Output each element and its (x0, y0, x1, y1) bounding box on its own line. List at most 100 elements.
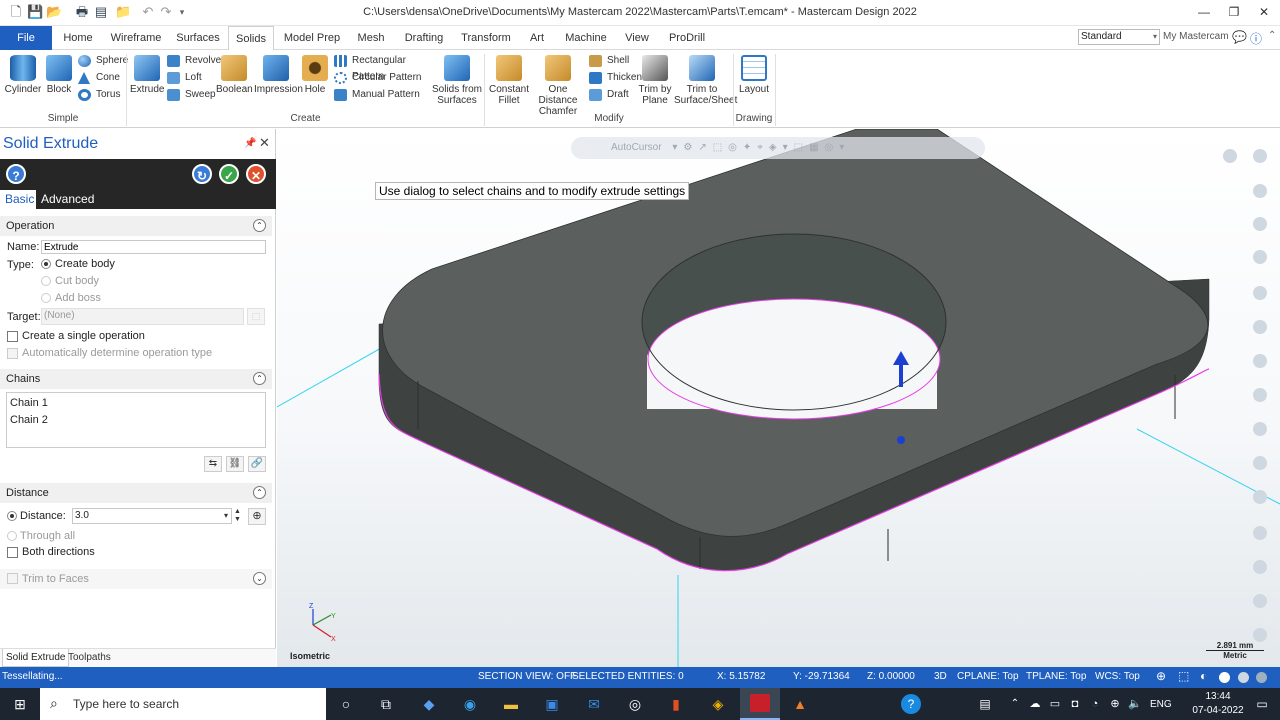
graphics-viewport[interactable]: AutoCursor ▾⚙↗⬚◎✦⌖◈▾⬚▦◎▾ Use dialog to s… (277, 129, 1280, 667)
comment-icon[interactable]: 💬 (1232, 30, 1247, 44)
tab-drafting[interactable]: Drafting (402, 26, 446, 50)
torus-button[interactable]: Torus (78, 87, 124, 103)
windows-start-icon[interactable]: ⊞ (10, 694, 30, 714)
trim-to-faces-checkbox[interactable] (7, 573, 18, 584)
maximize-button[interactable]: ❐ (1220, 3, 1248, 21)
tab-transform[interactable]: Transform (460, 26, 512, 50)
cloud-icon[interactable]: ☁ (1025, 694, 1045, 714)
auto-type-checkbox[interactable] (7, 348, 18, 359)
distance-field[interactable]: 3.0 ▾ (72, 508, 232, 524)
clock-date[interactable]: 07-04-2022 (1190, 705, 1246, 716)
distance-radio[interactable] (7, 511, 17, 521)
one-distance-chamfer-button[interactable]: One Distance Chamfer (530, 55, 586, 117)
manual-pattern-button[interactable]: Manual Pattern (334, 87, 434, 103)
select-target-icon[interactable]: ⬚ (247, 308, 265, 325)
close-window-button[interactable]: ✕ (1250, 3, 1278, 21)
sweep-button[interactable]: Sweep (167, 87, 217, 103)
collapse-ribbon-icon[interactable]: ⌃ (1268, 30, 1276, 41)
volume-icon[interactable]: 🔈 (1125, 694, 1145, 714)
extrude-button[interactable]: Extrude (130, 55, 164, 95)
collapse-icon[interactable]: ⌃ (253, 486, 266, 499)
both-directions-checkbox[interactable] (7, 547, 18, 558)
spinner-icon[interactable]: ▲ ▼ (233, 508, 242, 524)
mode-2d-3d[interactable]: 3D (934, 671, 947, 682)
taskbar-search[interactable]: ⌕ Type here to search (40, 688, 326, 720)
trim-to-faces-section[interactable]: Trim to Faces ⌄ (0, 569, 272, 589)
operation-section-header[interactable]: Operation ⌃ (0, 216, 272, 236)
color-icon[interactable] (1238, 672, 1249, 683)
help-icon[interactable]: ? (6, 164, 26, 184)
thicken-button[interactable]: Thicken (589, 70, 642, 86)
name-field[interactable] (41, 240, 266, 254)
network-icon[interactable]: ⊕ (1105, 694, 1125, 714)
target-field[interactable]: (None) (41, 308, 244, 325)
battery-icon[interactable]: ▭ (1045, 694, 1065, 714)
ok-and-create-new-icon[interactable]: ↻ (192, 164, 212, 184)
cylinder-button[interactable]: Cylinder (4, 55, 42, 95)
help-icon[interactable]: ? (901, 694, 921, 714)
tab-solids[interactable]: Solids (228, 26, 274, 51)
hole-button[interactable]: Hole (302, 55, 328, 95)
chevron-up-icon[interactable]: ⌃ (1005, 694, 1025, 714)
wifi-icon[interactable]: ◔ (1085, 694, 1105, 714)
language-indicator[interactable]: ENG (1150, 699, 1172, 710)
through-all-radio[interactable] (7, 531, 17, 541)
tab-file[interactable]: File (0, 26, 52, 50)
webcam-icon[interactable]: ◘ (1065, 694, 1085, 714)
snap-icons[interactable]: ▾⚙↗⬚◎✦⌖◈▾⬚▦◎▾ (672, 142, 850, 153)
circular-pattern-button[interactable]: Circular Pattern (334, 70, 434, 86)
tab-home[interactable]: Home (58, 26, 98, 50)
tab-art[interactable]: Art (526, 26, 548, 50)
edge-icon[interactable]: ◉ (460, 694, 480, 714)
single-operation-checkbox[interactable] (7, 331, 18, 342)
trim-by-plane-button[interactable]: Trim by Plane (636, 55, 674, 106)
layout-button[interactable]: Layout (737, 55, 771, 95)
solids-from-surfaces-button[interactable]: Solids from Surfaces (432, 55, 482, 106)
chrome-icon[interactable]: ◈ (708, 694, 728, 714)
tab-machine[interactable]: Machine (564, 26, 608, 50)
tplane-status[interactable]: TPLANE: Top (1026, 671, 1086, 682)
chevron-down-icon[interactable]: ▾ (224, 509, 228, 523)
tab-basic[interactable]: Basic (0, 190, 36, 209)
chain-list[interactable]: Chain 1 Chain 2 (6, 392, 266, 448)
expand-icon[interactable]: ⌄ (253, 572, 266, 585)
vlc-icon[interactable]: ▲ (790, 694, 810, 714)
cancel-icon[interactable]: ✕ (246, 164, 266, 184)
tab-solid-extrude[interactable]: Solid Extrude (2, 649, 70, 667)
chains-section-header[interactable]: Chains ⌃ (0, 369, 272, 389)
office-icon[interactable]: ▮ (666, 694, 686, 714)
boolean-button[interactable]: Boolean (216, 55, 253, 95)
github-icon[interactable]: ◎ (625, 694, 645, 714)
distance-section-header[interactable]: Distance ⌃ (0, 483, 272, 503)
mail-icon[interactable]: ✉ (584, 694, 604, 714)
color-icon[interactable] (1256, 672, 1267, 683)
workspace-select[interactable]: Standard ▾ (1078, 29, 1160, 45)
mastercam-taskbar-button[interactable] (740, 688, 780, 720)
globe-icon[interactable]: ⊕ (1156, 669, 1166, 683)
section-view-status[interactable]: SECTION VIEW: OFF (478, 671, 576, 682)
cut-body-radio[interactable] (41, 276, 51, 286)
right-toolbar[interactable] (1223, 149, 1267, 642)
draft-button[interactable]: Draft (589, 87, 637, 103)
cone-button[interactable]: Cone (78, 70, 124, 86)
loft-button[interactable]: Loft (167, 70, 217, 86)
ok-icon[interactable]: ✓ (219, 164, 239, 184)
dropbox-icon[interactable]: ◆ (419, 694, 439, 714)
list-item[interactable]: Chain 2 (10, 414, 48, 426)
reverse-icon[interactable]: ⇆ (204, 456, 222, 472)
store-icon[interactable]: ▣ (542, 694, 562, 714)
wcs-status[interactable]: WCS: Top (1095, 671, 1140, 682)
tab-prodrill[interactable]: ProDrill (668, 26, 706, 50)
trim-to-surface-button[interactable]: Trim to Surface/Sheet (674, 55, 737, 106)
shell-button[interactable]: Shell (589, 53, 637, 69)
clock-time[interactable]: 13:44 (1196, 691, 1240, 702)
create-body-radio[interactable] (41, 259, 51, 269)
block-button[interactable]: Block (44, 55, 74, 95)
task-view-icon[interactable]: ⧉ (376, 694, 396, 714)
collapse-icon[interactable]: ⌃ (253, 219, 266, 232)
tab-advanced[interactable]: Advanced (41, 190, 94, 209)
add-chain-icon[interactable]: 🔗 (248, 456, 266, 472)
impression-button[interactable]: Impression (254, 55, 303, 95)
news-icon[interactable]: ▤ (975, 694, 995, 714)
cortana-icon[interactable]: ○ (336, 694, 356, 714)
